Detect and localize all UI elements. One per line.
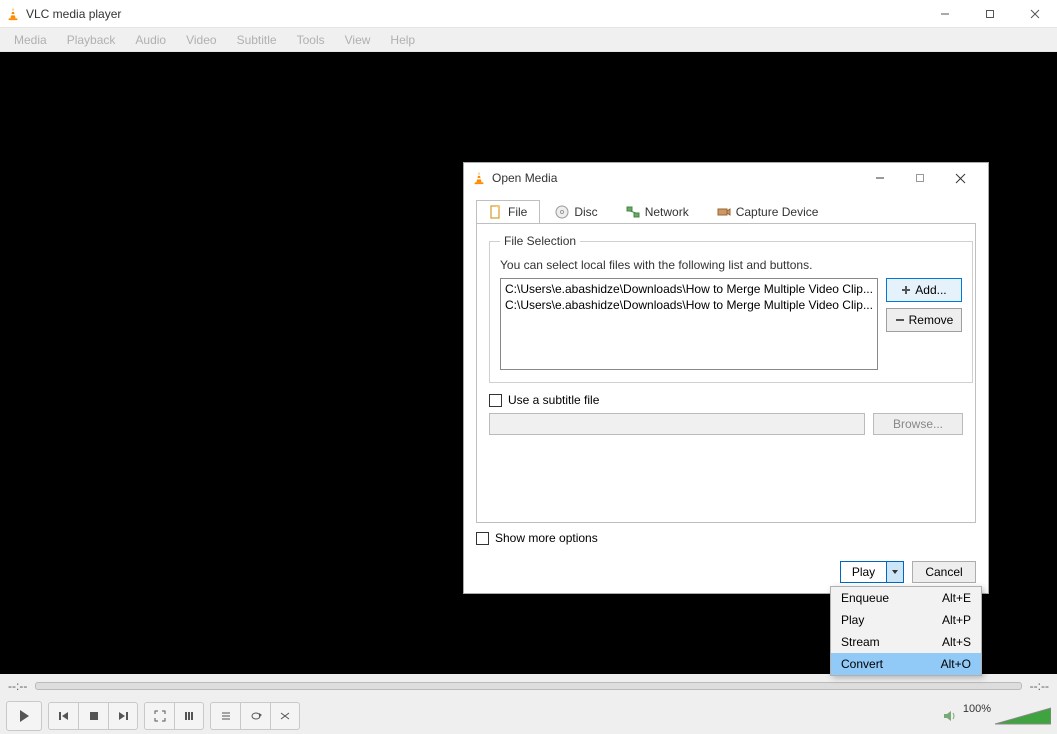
subtitle-checkbox[interactable] xyxy=(489,394,502,407)
menu-media[interactable]: Media xyxy=(4,31,57,49)
close-button[interactable] xyxy=(1012,0,1057,28)
tab-disc-label: Disc xyxy=(574,205,597,219)
file-selection-hint: You can select local files with the foll… xyxy=(500,258,962,272)
vlc-logo-icon xyxy=(472,171,486,185)
more-options-label: Show more options xyxy=(495,531,598,545)
file-selection-legend: File Selection xyxy=(500,234,580,248)
menu-audio[interactable]: Audio xyxy=(125,31,176,49)
minimize-button[interactable] xyxy=(922,0,967,28)
play-button-main: Play xyxy=(841,562,887,582)
network-icon xyxy=(626,205,640,219)
tab-network[interactable]: Network xyxy=(613,199,702,223)
ext-settings-button[interactable] xyxy=(174,702,204,730)
seek-row: --:-- --:-- xyxy=(0,674,1057,698)
cancel-button[interactable]: Cancel xyxy=(912,561,976,583)
tab-capture[interactable]: Capture Device xyxy=(704,199,832,223)
dropdown-play[interactable]: PlayAlt+P xyxy=(831,609,981,631)
subtitle-row: Use a subtitle file xyxy=(489,393,963,407)
stop-button[interactable] xyxy=(78,702,108,730)
tab-file-label: File xyxy=(508,205,527,219)
playlist-button[interactable] xyxy=(210,702,240,730)
vlc-logo-icon xyxy=(6,7,20,21)
menu-video[interactable]: Video xyxy=(176,31,226,49)
speaker-icon[interactable] xyxy=(943,709,959,723)
control-row: 100% xyxy=(0,698,1057,734)
menu-help[interactable]: Help xyxy=(380,31,425,49)
play-button[interactable] xyxy=(6,701,42,731)
menu-subtitle[interactable]: Subtitle xyxy=(227,31,287,49)
menu-playback[interactable]: Playback xyxy=(57,31,126,49)
file-list[interactable]: C:\Users\e.abashidze\Downloads\How to Me… xyxy=(500,278,878,370)
volume-slider[interactable] xyxy=(995,706,1051,726)
subtitle-label: Use a subtitle file xyxy=(508,393,599,407)
dropdown-enqueue[interactable]: EnqueueAlt+E xyxy=(831,587,981,609)
remove-button[interactable]: Remove xyxy=(886,308,962,332)
file-list-item[interactable]: C:\Users\e.abashidze\Downloads\How to Me… xyxy=(505,297,873,313)
dropdown-stream[interactable]: StreamAlt+S xyxy=(831,631,981,653)
subtitle-path-input xyxy=(489,413,865,435)
add-button[interactable]: Add... xyxy=(886,278,962,302)
menu-view[interactable]: View xyxy=(335,31,381,49)
volume-percent: 100% xyxy=(963,703,991,715)
menu-tools[interactable]: Tools xyxy=(287,31,335,49)
tab-strip: File Disc Network Capture Device xyxy=(464,193,988,223)
dialog-title: Open Media xyxy=(492,171,557,185)
tab-file[interactable]: File xyxy=(476,200,540,224)
minus-icon xyxy=(895,315,905,325)
app-title: VLC media player xyxy=(26,7,121,21)
tab-capture-label: Capture Device xyxy=(736,205,819,219)
play-button-dropdown xyxy=(887,562,903,582)
maximize-button[interactable] xyxy=(967,0,1012,28)
dropdown-convert[interactable]: ConvertAlt+O xyxy=(831,653,981,675)
time-elapsed: --:-- xyxy=(8,679,27,693)
bottom-bar: --:-- --:-- 100% xyxy=(0,674,1057,734)
title-bar: VLC media player xyxy=(0,0,1057,28)
file-icon xyxy=(489,205,503,219)
file-selection-group: File Selection You can select local file… xyxy=(489,234,973,383)
capture-icon xyxy=(717,205,731,219)
fullscreen-button[interactable] xyxy=(144,702,174,730)
play-split-button[interactable]: Play xyxy=(840,561,904,583)
play-dropdown-menu: EnqueueAlt+E PlayAlt+P StreamAlt+S Conve… xyxy=(830,586,982,676)
add-button-label: Add... xyxy=(915,283,946,297)
loop-button[interactable] xyxy=(240,702,270,730)
chevron-down-icon xyxy=(891,568,899,576)
plus-icon xyxy=(901,285,911,295)
next-button[interactable] xyxy=(108,702,138,730)
dialog-minimize-button[interactable] xyxy=(860,164,900,192)
window-controls xyxy=(922,0,1057,28)
shuffle-button[interactable] xyxy=(270,702,300,730)
more-options-checkbox[interactable] xyxy=(476,532,489,545)
subtitle-browse-button: Browse... xyxy=(873,413,963,435)
seek-slider[interactable] xyxy=(35,682,1021,690)
remove-button-label: Remove xyxy=(909,313,954,327)
more-options-row: Show more options xyxy=(476,531,976,545)
previous-button[interactable] xyxy=(48,702,78,730)
dialog-maximize-button[interactable] xyxy=(900,164,940,192)
volume-area: 100% xyxy=(943,703,1051,729)
dialog-close-button[interactable] xyxy=(940,164,980,192)
open-media-dialog: Open Media File Disc Network Capture Dev… xyxy=(463,162,989,594)
time-total: --:-- xyxy=(1030,679,1049,693)
dialog-panel: File Selection You can select local file… xyxy=(476,223,976,523)
tab-disc[interactable]: Disc xyxy=(542,199,610,223)
menu-bar: Media Playback Audio Video Subtitle Tool… xyxy=(0,28,1057,52)
file-list-item[interactable]: C:\Users\e.abashidze\Downloads\How to Me… xyxy=(505,281,873,297)
dialog-footer: Play Cancel xyxy=(840,561,976,583)
tab-network-label: Network xyxy=(645,205,689,219)
dialog-title-bar: Open Media xyxy=(464,163,988,193)
disc-icon xyxy=(555,205,569,219)
